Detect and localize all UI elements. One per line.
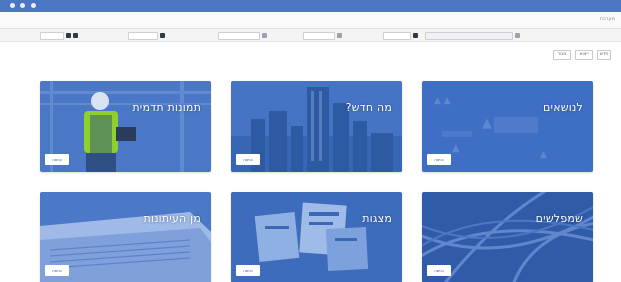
dropdown-icon[interactable] [337, 33, 342, 38]
tile-enter-button[interactable]: כניסה [45, 154, 69, 165]
filter-6[interactable] [425, 31, 520, 40]
filter-2[interactable] [128, 31, 165, 40]
action-button[interactable]: ייצוא [575, 50, 593, 60]
action-row: סגור ייצוא חדש [0, 48, 621, 62]
filter-3[interactable] [218, 31, 267, 40]
action-button[interactable]: סגור [553, 50, 571, 60]
window-dot-icon[interactable] [31, 3, 36, 8]
filter-field[interactable] [425, 31, 513, 40]
tile-topics[interactable]: ▲ ▲ ▲ ▲ ▲ לנושאים כניסה [422, 81, 593, 172]
dropdown-icon[interactable] [262, 33, 267, 38]
tile-enter-button[interactable]: כניסה [427, 154, 451, 165]
filter-1[interactable] [40, 31, 78, 40]
tile-title: תמונות תדמית [132, 101, 201, 114]
filter-field[interactable] [218, 31, 260, 40]
tile-title: לנושאים [543, 101, 583, 114]
tile-enter-button[interactable]: כניסה [236, 265, 260, 276]
calendar-icon[interactable] [66, 33, 71, 38]
window-dot-icon[interactable] [20, 3, 25, 8]
tile-title: מצגות [362, 212, 392, 225]
info-row: מערכת [0, 12, 621, 28]
calendar-icon[interactable] [413, 33, 418, 38]
tile-enter-button[interactable]: כניסה [427, 265, 451, 276]
tile-interchanges[interactable]: שמפלשים כניסה [422, 192, 593, 282]
tile-press[interactable]: מן העיתונות כניסה [40, 192, 211, 282]
filter-field[interactable] [383, 31, 411, 40]
tile-presentations[interactable]: מצגות כניסה [231, 192, 402, 282]
tile-title: מן העיתונות [143, 212, 201, 225]
filter-5[interactable] [383, 31, 418, 40]
tile-enter-button[interactable]: כניסה [236, 154, 260, 165]
filter-field[interactable] [128, 31, 158, 40]
app-title: מערכת [599, 16, 615, 22]
filter-field[interactable] [40, 31, 64, 40]
filter-field[interactable] [303, 31, 335, 40]
filter-bar [0, 28, 621, 42]
svg-text:▲ ▲: ▲ ▲ [434, 96, 451, 106]
clear-icon[interactable] [73, 33, 78, 38]
tile-whats-new[interactable]: מה חדש? כניסה [231, 81, 402, 172]
tile-title: מה חדש? [345, 101, 392, 114]
svg-text:▲: ▲ [452, 143, 460, 154]
tile-corporate-images[interactable]: תמונות תדמית כניסה [40, 81, 211, 172]
svg-text:▲: ▲ [482, 116, 492, 131]
tile-title: שמפלשים [535, 212, 583, 225]
dropdown-icon[interactable] [515, 33, 520, 38]
filter-4[interactable] [303, 31, 342, 40]
window-dot-icon[interactable] [10, 3, 15, 8]
action-button[interactable]: חדש [597, 50, 611, 60]
tile-enter-button[interactable]: כניסה [45, 265, 69, 276]
svg-text:▲: ▲ [540, 150, 547, 160]
window-titlebar [0, 0, 621, 12]
calendar-icon[interactable] [160, 33, 165, 38]
